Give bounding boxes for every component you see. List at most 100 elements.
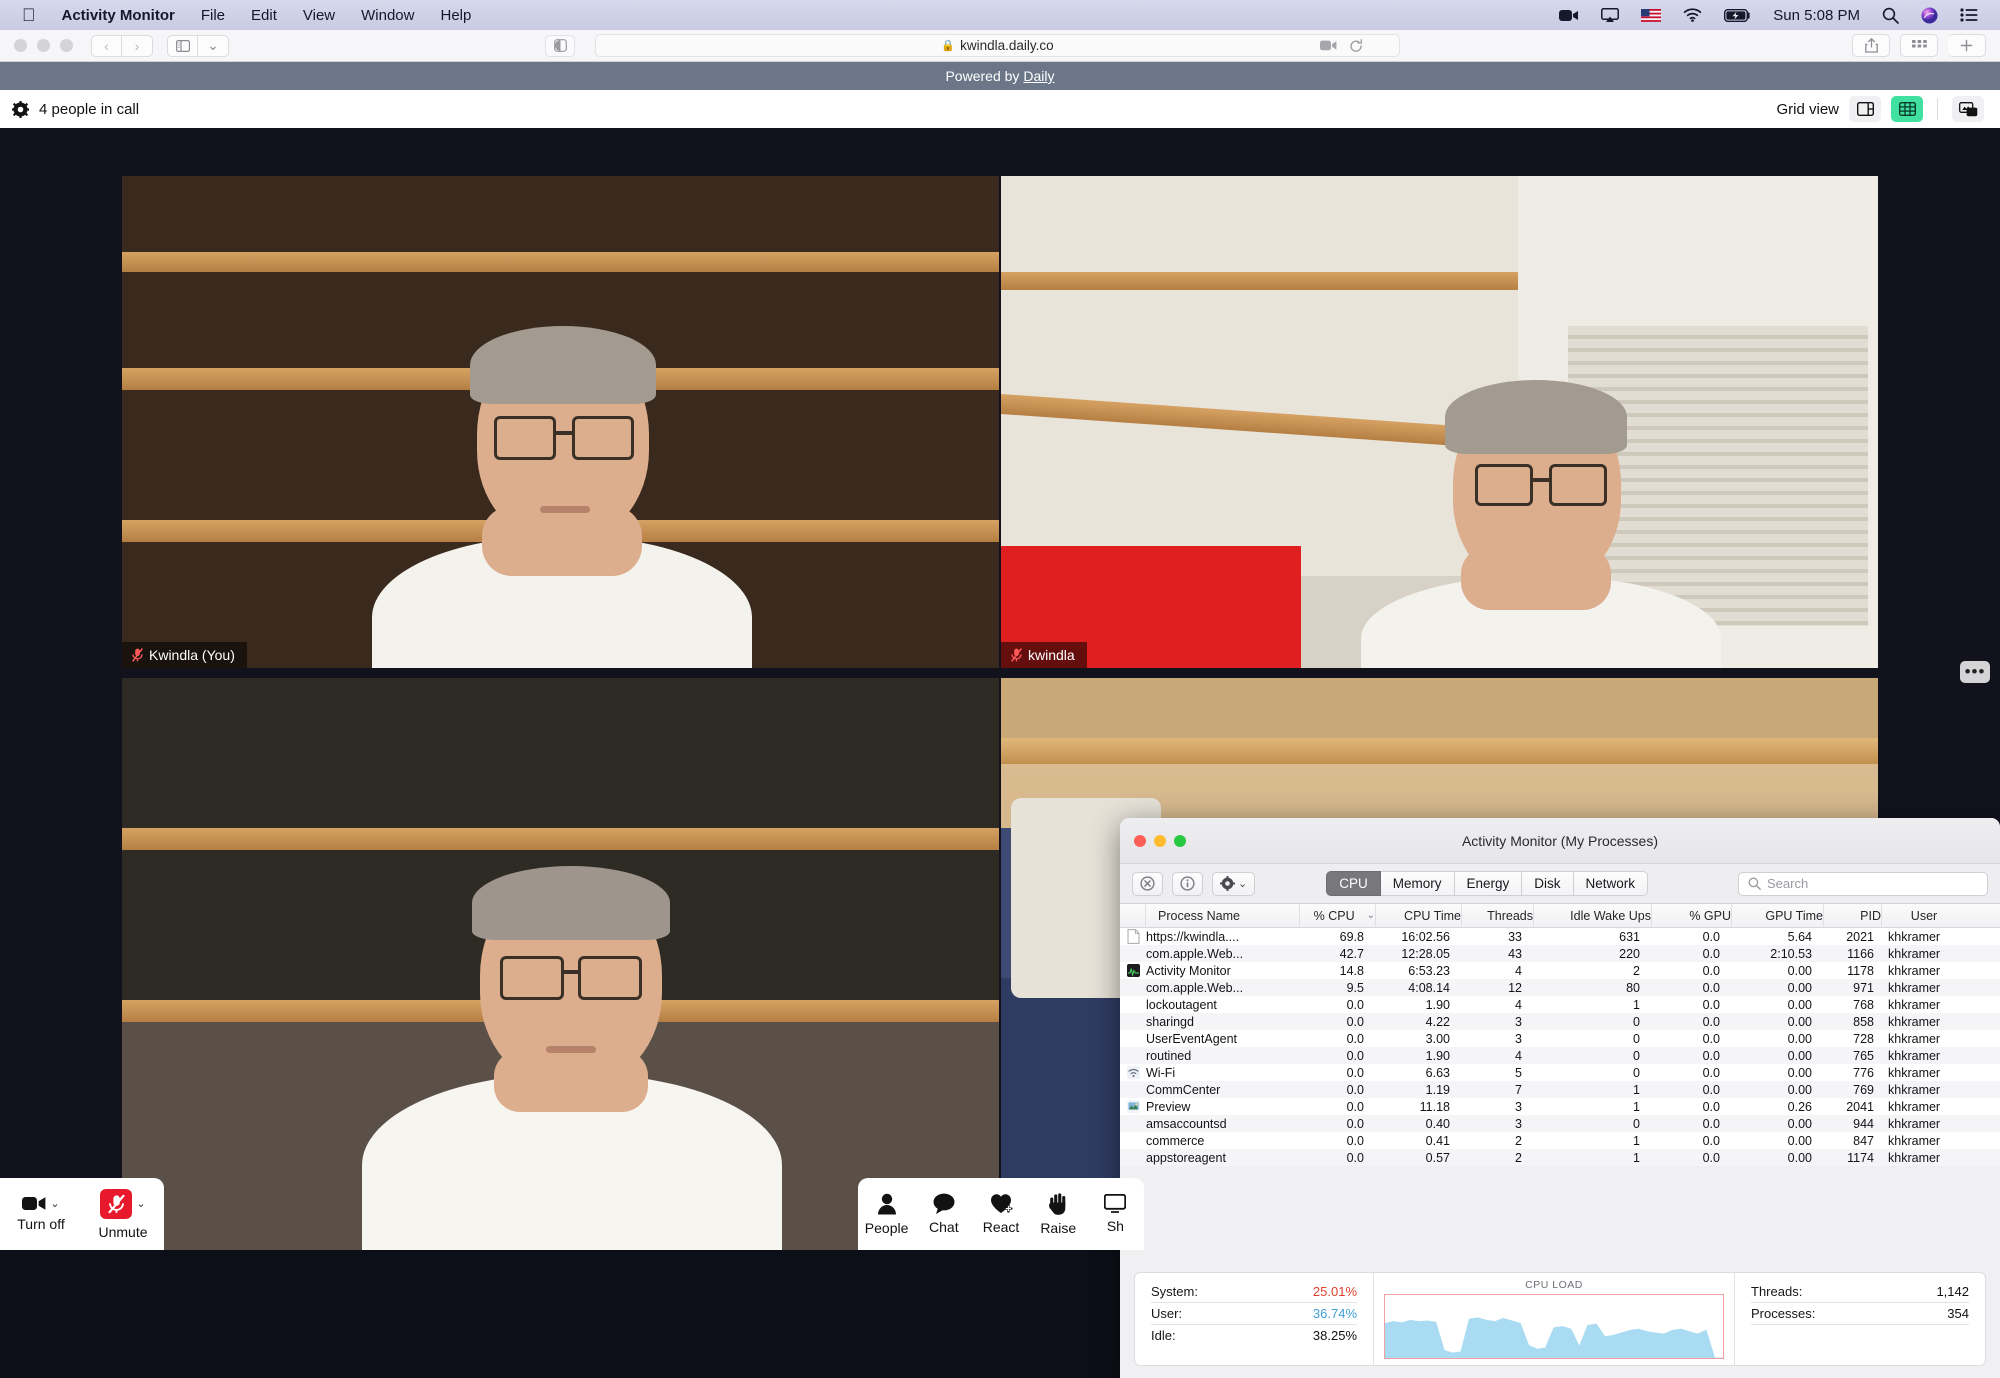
reload-icon[interactable]	[1349, 39, 1363, 53]
chat-bubble-icon[interactable]	[933, 1193, 955, 1214]
window-traffic-lights[interactable]	[0, 39, 73, 52]
new-tab-icon[interactable]	[1948, 34, 1986, 57]
video-camera-icon[interactable]	[22, 1196, 46, 1211]
tab-memory[interactable]: Memory	[1381, 871, 1455, 896]
battery-charging-icon[interactable]	[1724, 9, 1751, 22]
menu-item-help[interactable]: Help	[440, 7, 471, 24]
table-row[interactable]: amsaccountsd0.00.40300.00.00944khkramer	[1120, 1115, 2000, 1132]
table-row[interactable]: CommCenter0.01.19710.00.00769khkramer	[1120, 1081, 2000, 1098]
table-row[interactable]: appstoreagent0.00.57210.00.001174khkrame…	[1120, 1149, 2000, 1166]
call-tray-left[interactable]: ⌄ Turn off ⌄ Unmute	[0, 1178, 164, 1250]
th-cpu[interactable]: % CPU ⌄	[1300, 904, 1376, 928]
react-button[interactable]: React	[972, 1193, 1029, 1235]
table-row[interactable]: com.apple.Web...42.712:28.05432200.02:10…	[1120, 945, 2000, 962]
person-icon[interactable]	[877, 1193, 897, 1215]
minimize-window-button[interactable]	[37, 39, 50, 52]
table-row[interactable]: sharingd0.04.22300.00.00858khkramer	[1120, 1013, 2000, 1030]
navigation-buttons[interactable]: ‹ ›	[91, 35, 153, 57]
process-actions-gear-icon[interactable]: ⌄	[1212, 872, 1255, 896]
raise-hand-button[interactable]: Raise	[1030, 1192, 1087, 1236]
th-process-name[interactable]: Process Name	[1146, 904, 1300, 928]
back-button[interactable]: ‹	[91, 35, 122, 57]
siri-icon[interactable]	[1921, 7, 1938, 24]
browser-right-actions[interactable]	[1852, 34, 1986, 57]
table-row[interactable]: Preview0.011.18310.00.262041khkramer	[1120, 1098, 2000, 1115]
people-button[interactable]: People	[858, 1193, 915, 1236]
tab-energy[interactable]: Energy	[1455, 871, 1523, 896]
th-idle-wake-ups[interactable]: Idle Wake Ups	[1534, 904, 1652, 928]
tab-network[interactable]: Network	[1574, 871, 1649, 896]
airplay-icon[interactable]	[1601, 8, 1619, 23]
activity-monitor-tabs[interactable]: CPU Memory Energy Disk Network	[1326, 871, 1648, 896]
speaker-view-icon[interactable]	[1849, 96, 1881, 122]
tab-cpu[interactable]: CPU	[1326, 871, 1381, 896]
inspect-process-icon[interactable]	[1172, 872, 1203, 896]
menu-item-view[interactable]: View	[303, 7, 335, 24]
raised-hand-icon[interactable]	[1048, 1192, 1068, 1215]
video-tile-3[interactable]	[122, 678, 999, 1250]
address-bar[interactable]: 🔒 kwindla.daily.co	[595, 34, 1400, 57]
sidebar-icon[interactable]	[167, 35, 198, 57]
activity-monitor-search-input[interactable]: Search	[1738, 872, 1988, 896]
th-pid[interactable]: PID	[1824, 904, 1882, 928]
grid-view-icon[interactable]	[1891, 96, 1923, 122]
menu-item-edit[interactable]: Edit	[251, 7, 277, 24]
mic-chevron-down-icon[interactable]: ⌄	[136, 1197, 145, 1210]
am-minimize-button[interactable]	[1154, 835, 1166, 847]
address-bar-actions[interactable]	[1320, 39, 1363, 53]
process-table-header[interactable]: Process Name % CPU ⌄ CPU Time Threads Id…	[1120, 904, 2000, 928]
camera-chevron-down-icon[interactable]: ⌄	[50, 1197, 59, 1210]
table-row[interactable]: routined0.01.90400.00.00765khkramer	[1120, 1047, 2000, 1064]
menu-app-name[interactable]: Activity Monitor	[62, 7, 175, 24]
am-traffic-lights[interactable]	[1120, 835, 1186, 847]
th-user[interactable]: User	[1882, 904, 1966, 928]
camera-row[interactable]: ⌄	[22, 1196, 59, 1211]
mic-toggle[interactable]: ⌄ Unmute	[90, 1189, 156, 1240]
zoom-window-button[interactable]	[60, 39, 73, 52]
close-window-button[interactable]	[14, 39, 27, 52]
video-tile-kwindla-you[interactable]: Kwindla (You)	[122, 176, 999, 668]
table-row[interactable]: com.apple.Web...9.54:08.1412800.00.00971…	[1120, 979, 2000, 996]
tab-overview-icon[interactable]	[1900, 34, 1938, 57]
table-row[interactable]: Activity Monitor14.86:53.23420.00.001178…	[1120, 962, 2000, 979]
picture-in-picture-icon[interactable]	[1952, 96, 1984, 122]
th-cpu-time[interactable]: CPU Time	[1376, 904, 1462, 928]
reader-view-icon[interactable]	[545, 35, 575, 57]
menu-clock[interactable]: Sun 5:08 PM	[1773, 7, 1860, 24]
sidebar-controls[interactable]: ⌄	[167, 35, 229, 57]
gear-icon[interactable]	[12, 101, 29, 118]
chat-button[interactable]: Chat	[915, 1193, 972, 1235]
table-row[interactable]: Wi-Fi0.06.63500.00.00776khkramer	[1120, 1064, 2000, 1081]
forward-button[interactable]: ›	[122, 35, 153, 57]
am-close-button[interactable]	[1134, 835, 1146, 847]
control-center-icon[interactable]	[1960, 8, 1978, 22]
table-row[interactable]: UserEventAgent0.03.00300.00.00728khkrame…	[1120, 1030, 2000, 1047]
menu-item-window[interactable]: Window	[361, 7, 414, 24]
call-tray-center[interactable]: People Chat React Raise Sh	[858, 1178, 1144, 1250]
heart-plus-icon[interactable]	[990, 1193, 1013, 1214]
table-row[interactable]: https://kwindla....69.816:02.56336310.05…	[1120, 928, 2000, 945]
process-table-body[interactable]: https://kwindla....69.816:02.56336310.05…	[1120, 928, 2000, 1166]
process-table[interactable]: Process Name % CPU ⌄ CPU Time Threads Id…	[1120, 904, 2000, 1166]
mic-row[interactable]: ⌄	[100, 1189, 145, 1219]
table-row[interactable]: lockoutagent0.01.90410.00.00768khkramer	[1120, 996, 2000, 1013]
share-icon[interactable]	[1852, 34, 1890, 57]
spotlight-search-icon[interactable]	[1882, 7, 1899, 24]
sidebar-chevron-down-icon[interactable]: ⌄	[198, 35, 229, 57]
th-threads[interactable]: Threads	[1462, 904, 1534, 928]
camera-permission-icon[interactable]	[1320, 40, 1337, 51]
screen-share-icon[interactable]	[1104, 1194, 1126, 1213]
microphone-muted-icon[interactable]	[100, 1189, 132, 1219]
table-row[interactable]: commerce0.00.41210.00.00847khkramer	[1120, 1132, 2000, 1149]
tile-more-options-button[interactable]: •••	[1960, 661, 1990, 683]
daily-link[interactable]: Daily	[1023, 68, 1054, 84]
us-flag-icon[interactable]	[1641, 9, 1661, 22]
camera-icon[interactable]	[1559, 9, 1579, 22]
th-gpu-time[interactable]: GPU Time	[1732, 904, 1824, 928]
video-tile-kwindla[interactable]: kwindla	[1001, 176, 1878, 668]
activity-monitor-window[interactable]: Activity Monitor (My Processes) ⌄ CPU Me…	[1120, 818, 2000, 1378]
wifi-icon[interactable]	[1683, 8, 1702, 22]
th-gpu[interactable]: % GPU	[1652, 904, 1732, 928]
screen-share-button[interactable]: Sh	[1087, 1194, 1144, 1234]
stop-process-icon[interactable]	[1132, 872, 1163, 896]
